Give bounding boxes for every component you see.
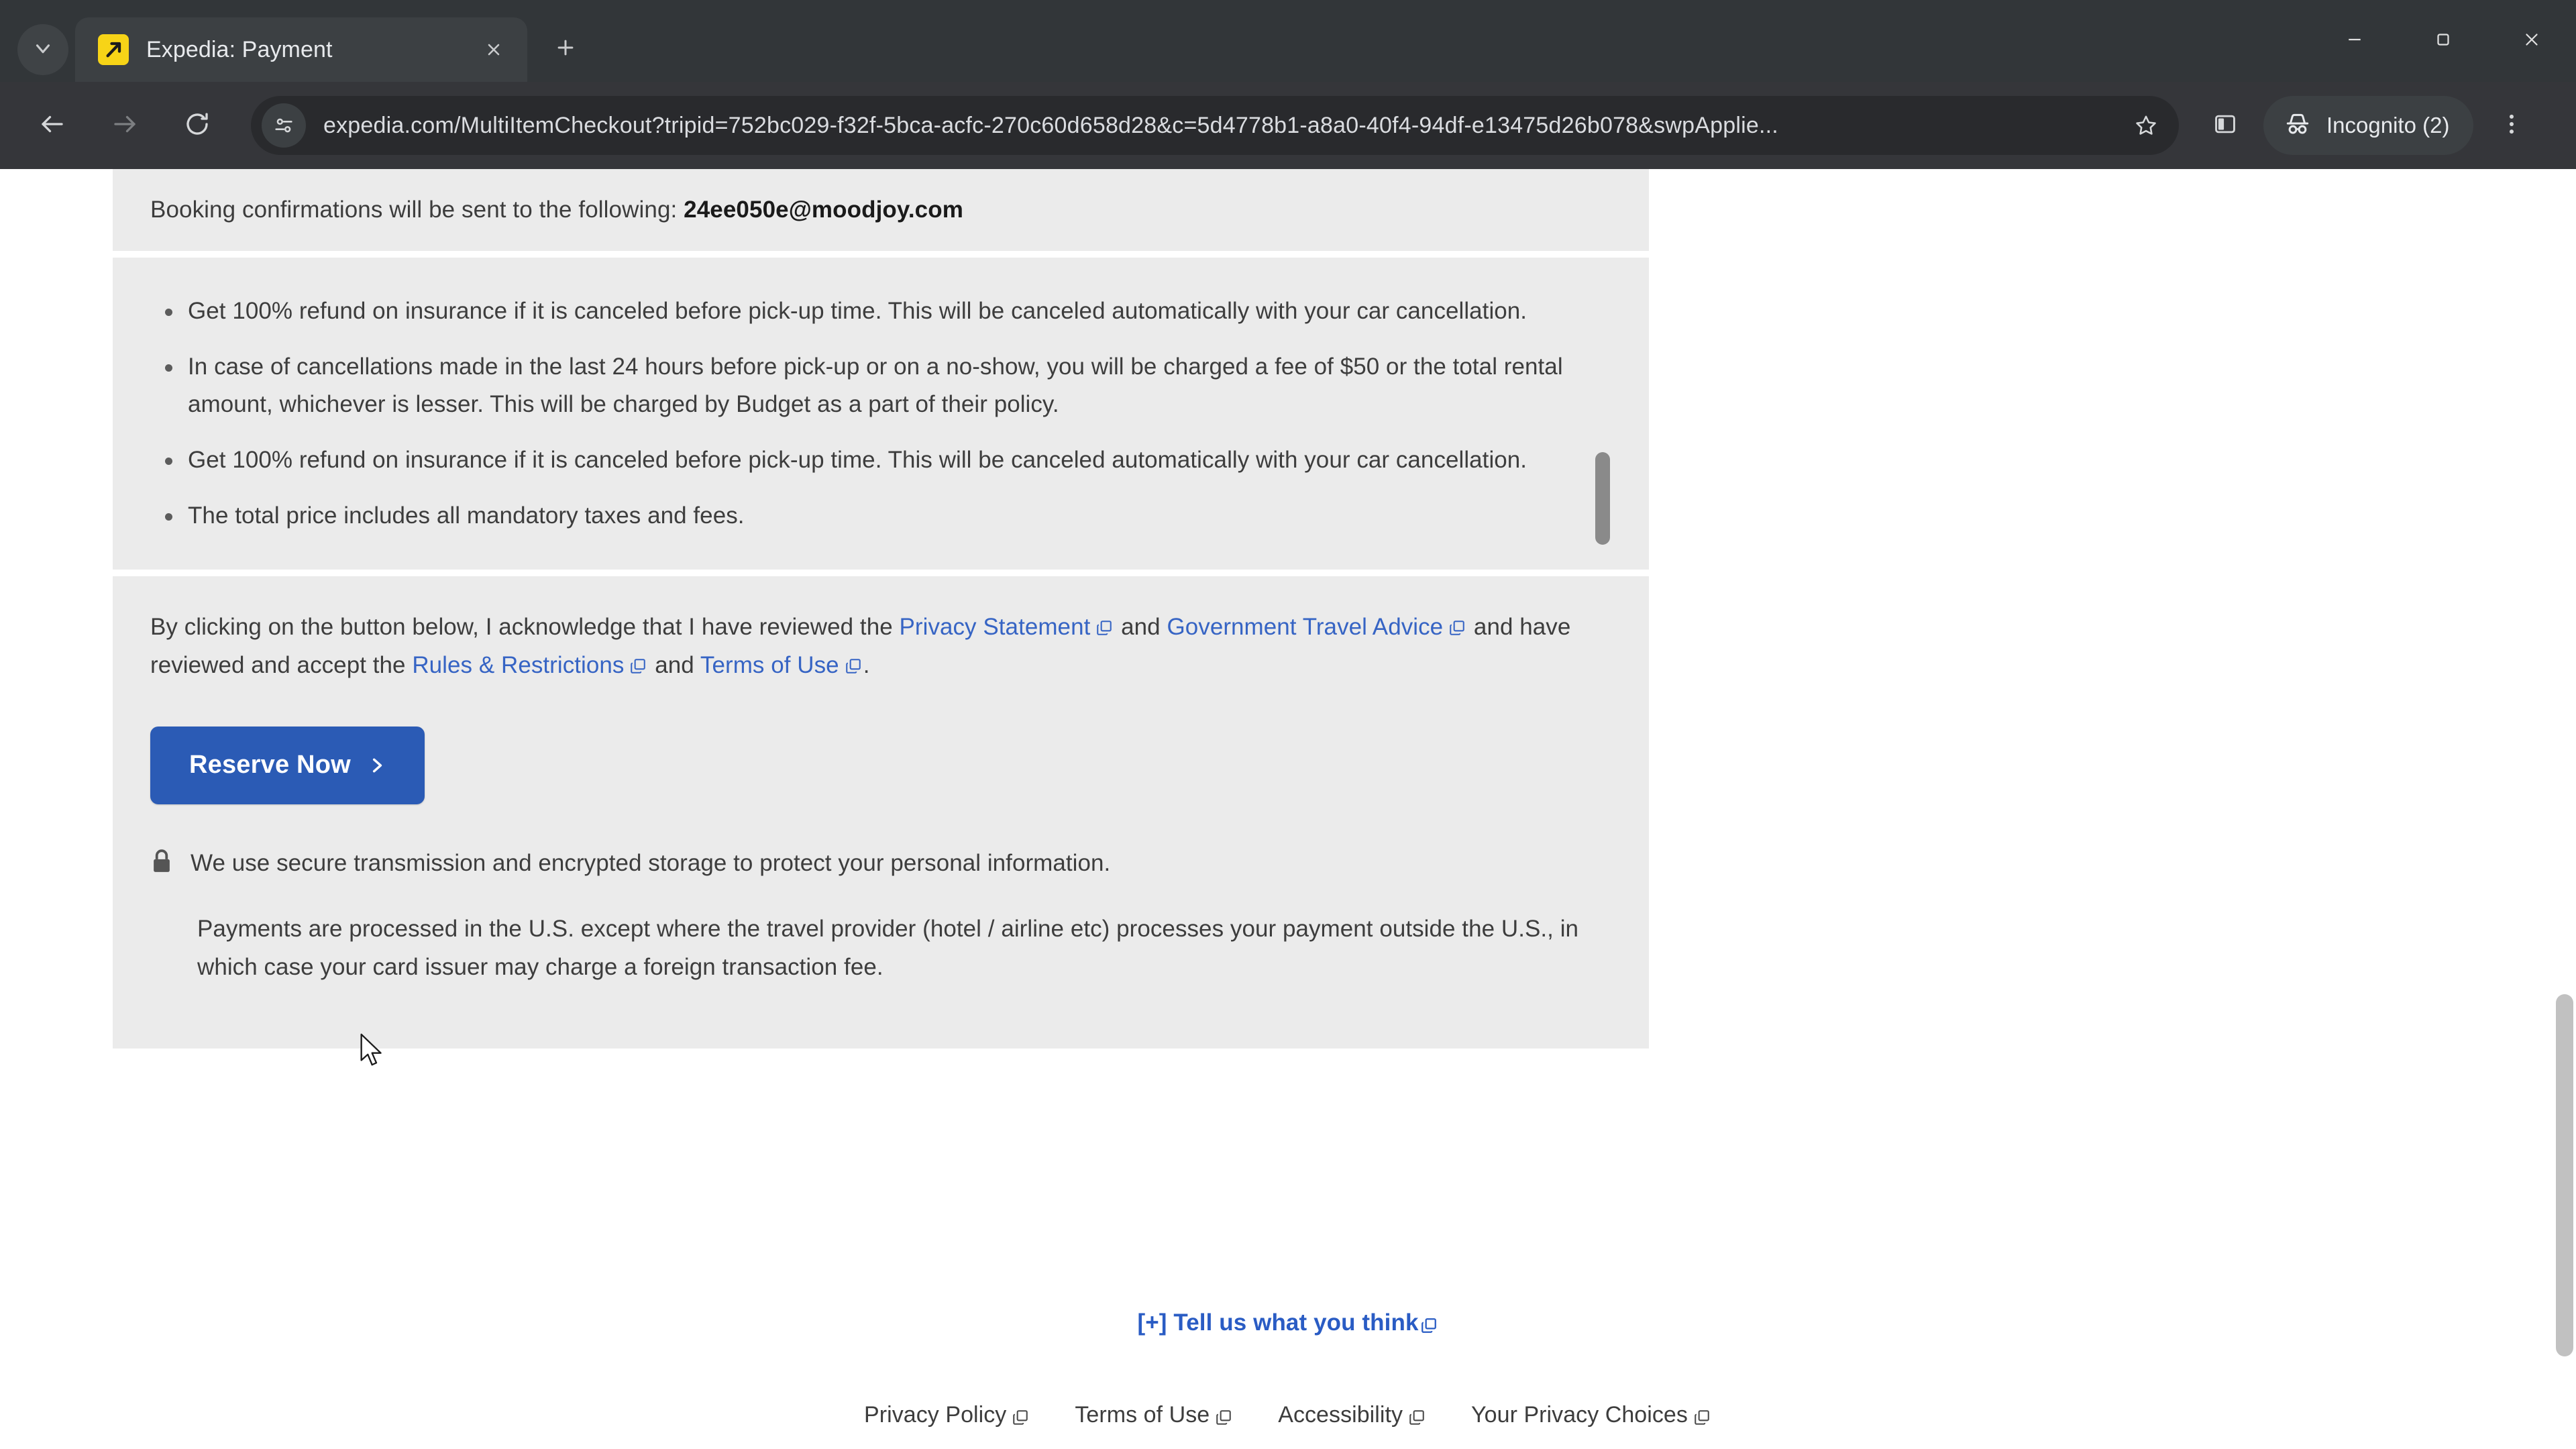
terms-part-1: By clicking on the button below, I ackno… xyxy=(150,614,900,641)
tell-us-what-you-think-link[interactable]: [+] Tell us what you think xyxy=(1137,1309,1438,1336)
feedback-link-label: [+] Tell us what you think xyxy=(1137,1309,1419,1336)
reserve-now-button[interactable]: Reserve Now xyxy=(150,726,425,804)
url-text: expedia.com/MultiItemCheckout?tripid=752… xyxy=(323,112,1778,138)
reload-button[interactable] xyxy=(165,93,229,158)
external-link-icon xyxy=(629,657,647,675)
policy-bullets-card: Get 100% refund on insurance if it is ca… xyxy=(113,258,1649,570)
policy-bullet-list: Get 100% refund on insurance if it is ca… xyxy=(150,292,1611,535)
footer-link-label: Terms of Use xyxy=(1075,1402,1210,1428)
maximize-button[interactable] xyxy=(2399,0,2487,82)
footer-link-accessibility[interactable]: Accessibility xyxy=(1278,1402,1427,1428)
tab-title: Expedia: Payment xyxy=(146,36,333,62)
maximize-icon xyxy=(2433,30,2453,53)
terms-of-use-link[interactable]: Terms of Use xyxy=(700,652,839,678)
page-scrollbar-thumb[interactable] xyxy=(2556,994,2573,1356)
page-footer: [+] Tell us what you think Privacy Polic… xyxy=(0,1309,2576,1449)
rules-restrictions-link[interactable]: Rules & Restrictions xyxy=(412,652,624,678)
incognito-spy-icon xyxy=(2284,110,2312,142)
back-button[interactable] xyxy=(20,93,85,158)
external-link-icon xyxy=(1448,619,1466,637)
payments-processing-note: Payments are processed in the U.S. excep… xyxy=(197,916,1579,980)
checkout-content-column: Booking confirmations will be sent to th… xyxy=(113,169,1649,1049)
reserve-now-label: Reserve Now xyxy=(189,751,351,780)
external-link-icon xyxy=(1095,619,1113,637)
browser-tab[interactable]: Expedia: Payment xyxy=(75,17,527,82)
three-dot-menu-icon xyxy=(2499,111,2524,140)
bookmark-star-icon[interactable] xyxy=(2125,105,2167,146)
booking-confirmation-text: Booking confirmations will be sent to th… xyxy=(150,197,963,223)
browser-toolbar: expedia.com/MultiItemCheckout?tripid=752… xyxy=(0,82,2576,169)
close-icon xyxy=(2522,30,2542,53)
secure-transmission-row: We use secure transmission and encrypted… xyxy=(150,846,1611,881)
chrome-menu-button[interactable] xyxy=(2483,97,2540,154)
toolbar-right-actions: Incognito (2) xyxy=(2196,96,2540,155)
external-link-icon xyxy=(1012,1409,1029,1426)
terms-part-5: . xyxy=(863,652,870,679)
government-travel-advice-link[interactable]: Government Travel Advice xyxy=(1167,614,1443,640)
privacy-statement-link[interactable]: Privacy Statement xyxy=(900,614,1091,640)
terms-part-2: and xyxy=(1114,614,1167,641)
policy-scrollbar-thumb[interactable] xyxy=(1595,452,1610,545)
booking-confirmation-email: 24ee050e@moodjoy.com xyxy=(684,197,963,223)
forward-button[interactable] xyxy=(93,93,157,158)
card-divider xyxy=(113,570,1649,577)
external-link-icon xyxy=(1215,1409,1232,1426)
list-item: In case of cancellations made in the las… xyxy=(165,348,1603,424)
tab-strip: Expedia: Payment xyxy=(0,0,2576,82)
footer-link-terms-of-use[interactable]: Terms of Use xyxy=(1075,1402,1234,1428)
card-divider xyxy=(113,251,1649,258)
tab-close-button[interactable] xyxy=(475,31,513,68)
incognito-indicator[interactable]: Incognito (2) xyxy=(2263,96,2474,155)
footer-link-privacy-policy[interactable]: Privacy Policy xyxy=(864,1402,1030,1428)
tab-search-button[interactable] xyxy=(17,24,68,75)
footer-link-your-privacy-choices[interactable]: Your Privacy Choices xyxy=(1471,1402,1712,1428)
terms-and-reserve-card: By clicking on the button below, I ackno… xyxy=(113,576,1649,1049)
external-link-icon xyxy=(1420,1317,1438,1334)
expedia-favicon xyxy=(98,34,129,65)
back-arrow-icon xyxy=(38,110,66,142)
incognito-label: Incognito (2) xyxy=(2326,113,2450,138)
footer-link-label: Your Privacy Choices xyxy=(1471,1402,1688,1428)
reload-icon xyxy=(183,110,211,142)
chevron-right-icon xyxy=(368,755,386,775)
minimize-button[interactable] xyxy=(2310,0,2399,82)
chevron-down-icon xyxy=(32,37,54,63)
external-link-icon xyxy=(1693,1409,1711,1426)
terms-part-4: and xyxy=(648,652,700,679)
forward-arrow-icon xyxy=(111,110,139,142)
side-panel-button[interactable] xyxy=(2196,97,2254,154)
new-tab-button[interactable] xyxy=(542,25,589,72)
secure-transmission-text: We use secure transmission and encrypted… xyxy=(191,849,1111,876)
expedia-checkout-page: Booking confirmations will be sent to th… xyxy=(0,169,2576,1449)
minimize-icon xyxy=(2345,30,2365,53)
list-item: Get 100% refund on insurance if it is ca… xyxy=(165,441,1603,480)
booking-confirmation-prefix: Booking confirmations will be sent to th… xyxy=(150,197,678,223)
new-tab-icon xyxy=(554,36,577,62)
list-item: Get 100% refund on insurance if it is ca… xyxy=(165,292,1603,331)
browser-window: Expedia: Payment expedia.com/MultiItemCh… xyxy=(0,0,2576,1449)
footer-links: Privacy Policy Terms of Use Accessibilit… xyxy=(0,1402,2576,1428)
window-close-button[interactable] xyxy=(2487,0,2576,82)
terms-acknowledgement-text: By clicking on the button below, I ackno… xyxy=(150,608,1611,684)
site-settings-icon[interactable] xyxy=(262,103,306,148)
address-bar[interactable]: expedia.com/MultiItemCheckout?tripid=752… xyxy=(251,96,2179,155)
footer-link-label: Privacy Policy xyxy=(864,1402,1007,1428)
window-controls xyxy=(2310,0,2576,82)
external-link-icon xyxy=(1408,1409,1426,1426)
lock-icon xyxy=(150,849,173,874)
footer-link-label: Accessibility xyxy=(1278,1402,1403,1428)
page-viewport: Booking confirmations will be sent to th… xyxy=(0,169,2576,1449)
list-item: The total price includes all mandatory t… xyxy=(165,497,1603,535)
side-panel-icon xyxy=(2212,111,2238,140)
external-link-icon xyxy=(845,657,862,675)
page-scrollbar[interactable] xyxy=(2553,169,2576,1449)
booking-confirmation-card: Booking confirmations will be sent to th… xyxy=(113,169,1649,251)
